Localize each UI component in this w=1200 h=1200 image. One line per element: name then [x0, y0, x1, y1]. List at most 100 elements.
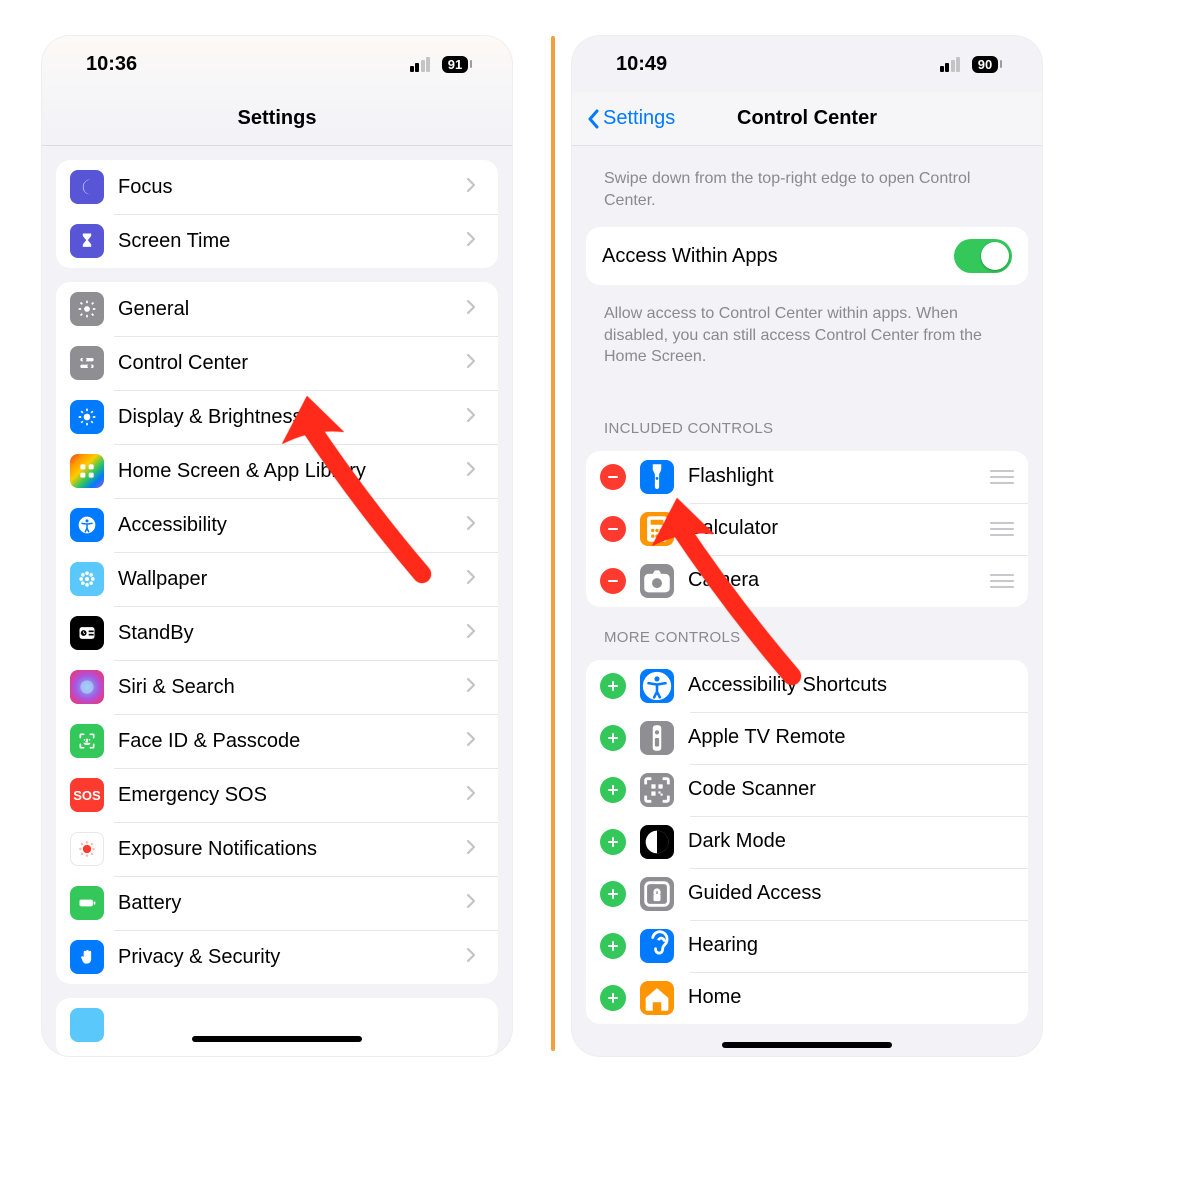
cellular-icon [940, 57, 961, 72]
chevron-right-icon [466, 177, 484, 198]
settings-row-accessibility[interactable]: Accessibility [56, 498, 498, 552]
sliders-icon [70, 346, 104, 380]
settings-group-general: General Control Center Display & Brightn… [56, 282, 498, 984]
appstore-icon [70, 1008, 104, 1042]
chevron-right-icon [466, 407, 484, 428]
status-icons: 91 [410, 53, 469, 76]
more-apple-tv-remote[interactable]: Apple TV Remote [586, 712, 1028, 764]
back-button[interactable]: Settings [586, 107, 675, 130]
right-screenshot: 10:49 90 Settings Control Center Swipe d… [572, 36, 1042, 1056]
row-label: Control Center [118, 352, 466, 375]
a11y-icon [640, 669, 674, 703]
sos-icon: SOS [70, 778, 104, 812]
more-home[interactable]: Home [586, 972, 1028, 1024]
more-dark-mode[interactable]: Dark Mode [586, 816, 1028, 868]
settings-row-privacy-security[interactable]: Privacy & Security [56, 930, 498, 984]
remove-button[interactable] [600, 516, 626, 542]
settings-group-partial [56, 998, 498, 1056]
gear-icon [70, 292, 104, 326]
home-indicator [192, 1036, 362, 1042]
settings-row-wallpaper[interactable]: Wallpaper [56, 552, 498, 606]
back-label: Settings [603, 107, 675, 130]
control-label: Code Scanner [688, 778, 1014, 801]
more-code-scanner[interactable]: Code Scanner [586, 764, 1028, 816]
control-label: Guided Access [688, 882, 1014, 905]
access-toggle[interactable] [954, 239, 1012, 273]
row-label: Accessibility [118, 514, 466, 537]
chevron-right-icon [466, 623, 484, 644]
ear-icon [640, 929, 674, 963]
chevron-right-icon [466, 839, 484, 860]
settings-row-screen-time[interactable]: Screen Time [56, 214, 498, 268]
settings-row-exposure-notifications[interactable]: Exposure Notifications [56, 822, 498, 876]
chevron-right-icon [466, 677, 484, 698]
chevron-left-icon [586, 109, 600, 129]
settings-row-battery[interactable]: Battery [56, 876, 498, 930]
settings-row-home-screen-app-library[interactable]: Home Screen & App Library [56, 444, 498, 498]
grid-icon [70, 454, 104, 488]
drag-handle-icon[interactable] [984, 574, 1014, 589]
intro-text: Swipe down from the top-right edge to op… [586, 164, 1028, 211]
battery-icon: 90 [972, 56, 998, 73]
flower-icon [70, 562, 104, 596]
drag-handle-icon[interactable] [984, 470, 1014, 485]
add-button[interactable] [600, 725, 626, 751]
settings-row-face-id-passcode[interactable]: Face ID & Passcode [56, 714, 498, 768]
control-label: Accessibility Shortcuts [688, 674, 1014, 697]
settings-row-emergency-sos[interactable]: SOS Emergency SOS [56, 768, 498, 822]
status-bar: 10:49 90 [572, 36, 1042, 92]
clock-icon [70, 616, 104, 650]
settings-row-display-brightness[interactable]: Display & Brightness [56, 390, 498, 444]
access-within-apps-row[interactable]: Access Within Apps [586, 227, 1028, 285]
settings-row-appstore[interactable] [56, 998, 498, 1052]
more-hearing[interactable]: Hearing [586, 920, 1028, 972]
control-label: Flashlight [688, 465, 984, 488]
add-button[interactable] [600, 881, 626, 907]
home-indicator [722, 1042, 892, 1048]
row-label: Emergency SOS [118, 784, 466, 807]
included-camera[interactable]: Camera [586, 555, 1028, 607]
control-label: Dark Mode [688, 830, 1014, 853]
settings-row-siri-search[interactable]: Siri & Search [56, 660, 498, 714]
chevron-right-icon [466, 731, 484, 752]
row-label: Display & Brightness [118, 406, 466, 429]
qr-icon [640, 773, 674, 807]
more-accessibility-shortcuts[interactable]: Accessibility Shortcuts [586, 660, 1028, 712]
remove-button[interactable] [600, 464, 626, 490]
more-group: Accessibility Shortcuts Apple TV Remote … [586, 660, 1028, 1024]
navbar: Settings Control Center [572, 92, 1042, 146]
add-button[interactable] [600, 673, 626, 699]
included-calculator[interactable]: Calculator [586, 503, 1028, 555]
moon-icon [70, 170, 104, 204]
included-flashlight[interactable]: Flashlight [586, 451, 1028, 503]
chevron-right-icon [466, 299, 484, 320]
control-label: Home [688, 986, 1014, 1009]
home-icon [640, 981, 674, 1015]
page-title: Settings [238, 107, 317, 130]
battery-icon: 91 [442, 56, 468, 73]
settings-row-general[interactable]: General [56, 282, 498, 336]
camera-icon [640, 564, 674, 598]
add-button[interactable] [600, 777, 626, 803]
cellular-icon [410, 57, 431, 72]
row-label: General [118, 298, 466, 321]
drag-handle-icon[interactable] [984, 522, 1014, 537]
row-label: Focus [118, 176, 466, 199]
settings-group-focus: Focus Screen Time [56, 160, 498, 268]
remove-button[interactable] [600, 568, 626, 594]
hourglass-icon [70, 224, 104, 258]
settings-row-focus[interactable]: Focus [56, 160, 498, 214]
status-bar: 10:36 91 [42, 36, 512, 92]
row-label: StandBy [118, 622, 466, 645]
control-label: Apple TV Remote [688, 726, 1014, 749]
add-button[interactable] [600, 985, 626, 1011]
a11y-icon [70, 508, 104, 542]
add-button[interactable] [600, 829, 626, 855]
settings-row-standby[interactable]: StandBy [56, 606, 498, 660]
control-label: Camera [688, 569, 984, 592]
row-label: Face ID & Passcode [118, 730, 466, 753]
settings-row-control-center[interactable]: Control Center [56, 336, 498, 390]
exposure-icon [70, 832, 104, 866]
more-guided-access[interactable]: Guided Access [586, 868, 1028, 920]
add-button[interactable] [600, 933, 626, 959]
